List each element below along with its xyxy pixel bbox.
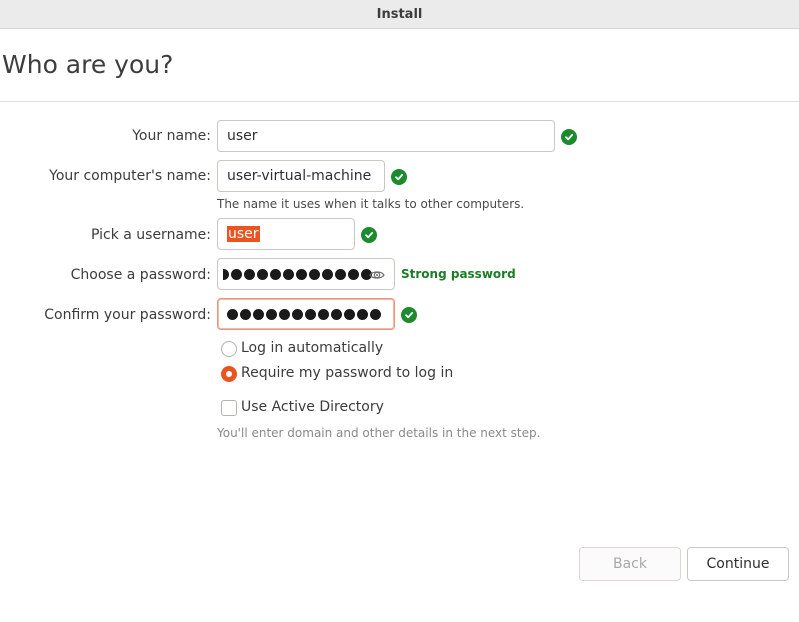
computer-name-input[interactable]: user-virtual-machine <box>217 160 385 192</box>
log-in-automatically-label[interactable]: Log in automatically <box>241 340 383 356</box>
continue-button[interactable]: Continue <box>687 547 789 581</box>
computer-name-hint: The name it uses when it talks to other … <box>217 197 525 211</box>
username-value-selected: user <box>227 226 260 242</box>
window-title: Install <box>376 6 423 22</box>
show-password-eye-icon[interactable] <box>369 267 385 283</box>
password-masked-dots <box>223 268 372 280</box>
require-password-radio[interactable] <box>221 366 237 382</box>
active-directory-hint: You'll enter domain and other details in… <box>217 426 541 440</box>
confirm-password-label: Confirm your password: <box>44 307 211 323</box>
name-valid-check-icon <box>561 129 577 145</box>
active-directory-checkbox[interactable] <box>221 400 237 416</box>
computer-name-label: Your computer's name: <box>49 168 211 184</box>
back-button[interactable]: Back <box>579 547 681 581</box>
password-input[interactable] <box>217 258 395 290</box>
name-input[interactable]: user <box>217 120 555 152</box>
confirm-password-masked-dots <box>227 308 381 320</box>
active-directory-label[interactable]: Use Active Directory <box>241 399 384 415</box>
password-label: Choose a password: <box>70 267 211 283</box>
confirm-password-input[interactable] <box>217 298 395 330</box>
username-label: Pick a username: <box>90 227 211 243</box>
title-bar[interactable]: Install <box>0 0 799 29</box>
page-title: Who are you? <box>2 50 174 79</box>
username-input[interactable]: user <box>217 218 355 250</box>
password-strength-label: Strong password <box>401 267 516 281</box>
confirm-password-valid-check-icon <box>401 307 417 323</box>
username-valid-check-icon <box>361 227 377 243</box>
computer-name-value: user-virtual-machine <box>227 168 372 184</box>
installer-window: Install Who are you? Your name: user You… <box>0 0 799 622</box>
computer-name-valid-check-icon <box>391 169 407 185</box>
name-input-value: user <box>227 128 258 144</box>
log-in-automatically-radio[interactable] <box>221 341 237 357</box>
name-label: Your name: <box>132 128 211 144</box>
require-password-label[interactable]: Require my password to log in <box>241 365 453 381</box>
title-divider <box>0 101 799 102</box>
